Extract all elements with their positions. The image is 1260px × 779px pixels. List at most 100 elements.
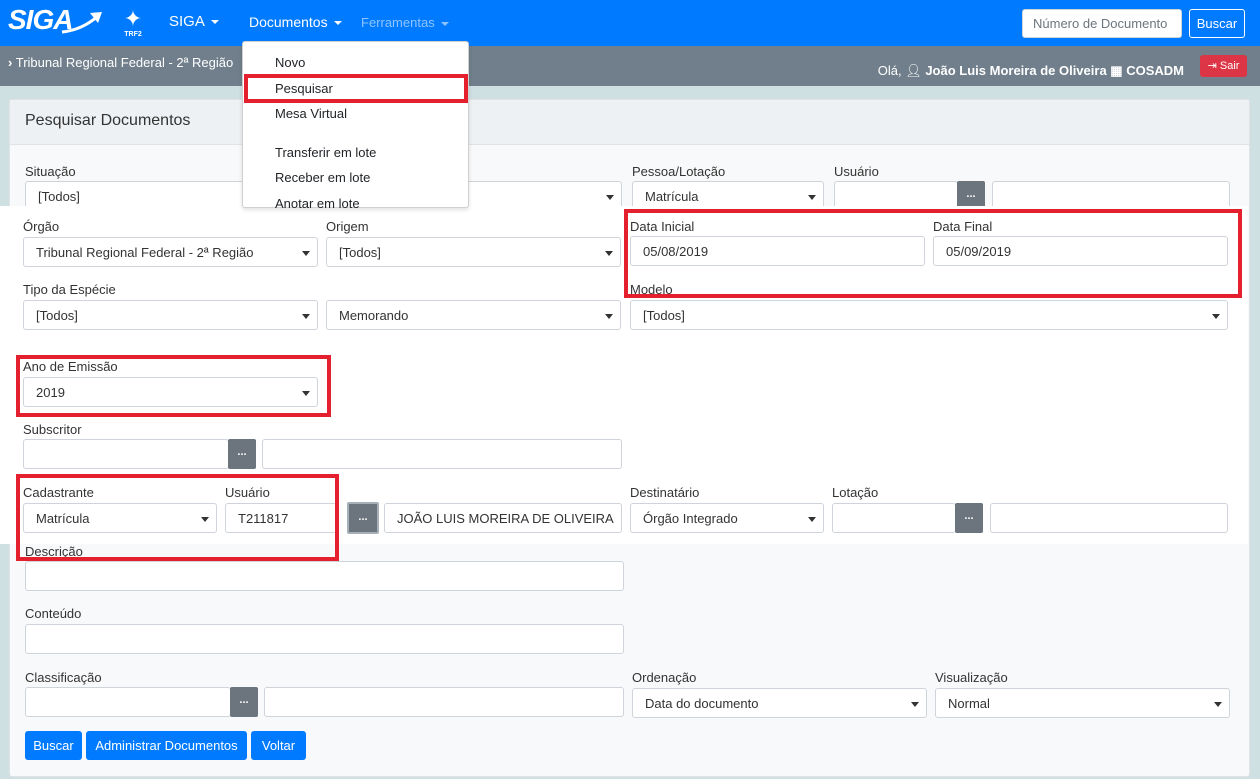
ordenacao-select[interactable]: Data do documento (632, 688, 927, 718)
cadastrante-select[interactable]: Matrícula (23, 503, 217, 533)
lotacao-lookup-button[interactable]: ... (955, 503, 983, 533)
visualizacao-value: Normal (948, 696, 990, 711)
nav-siga-label: SIGA (169, 13, 205, 30)
situacao-value: [Todos] (38, 189, 80, 204)
origem-label: Origem (326, 219, 369, 234)
situacao-label: Situação (25, 164, 76, 179)
data-final-input[interactable]: 05/09/2019 (933, 236, 1228, 266)
top-navbar: SIGA ✦ TRF2 SIGA Documentos Ferramentas … (0, 0, 1260, 46)
conteudo-input[interactable] (25, 624, 624, 654)
especie-select[interactable]: Memorando (326, 300, 621, 330)
tipo-especie-value: [Todos] (36, 308, 78, 323)
menu-item-transferir-lote[interactable]: Transferir em lote (275, 145, 376, 160)
top-search-button[interactable]: Buscar (1189, 9, 1245, 38)
cadastrante-label: Cadastrante (23, 485, 94, 500)
chevron-right-icon: › (8, 55, 13, 70)
nav-documentos-menu[interactable]: Documentos (249, 14, 342, 30)
subscritor-input[interactable] (23, 439, 229, 469)
ano-emissao-select[interactable]: 2019 (23, 377, 318, 407)
usuario-name-input[interactable]: JOÃO LUIS MOREIRA DE OLIVEIRA (384, 503, 622, 533)
lotacao-input[interactable] (832, 503, 956, 533)
card-header: Pesquisar Documentos (10, 100, 1249, 145)
visualizacao-label: Visualização (935, 670, 1008, 685)
nav-ferramentas-menu[interactable]: Ferramentas (361, 15, 449, 30)
nav-siga-menu[interactable]: SIGA (169, 13, 219, 30)
data-final-label: Data Final (933, 219, 993, 234)
ordenacao-value: Data do documento (645, 696, 759, 711)
tipo-especie-label: Tipo da Espécie (23, 282, 116, 297)
ano-emissao-label: Ano de Emissão (23, 359, 118, 374)
user-info: Olá, 👤︎ João Luis Moreira de Oliveira ▦ … (878, 63, 1184, 79)
usuario-name-value: JOÃO LUIS MOREIRA DE OLIVEIRA (397, 511, 614, 526)
nav-ferramentas-label: Ferramentas (361, 15, 435, 30)
arrow-icon (61, 12, 102, 34)
menu-item-anotar-lote[interactable]: Anotar em lote (275, 196, 360, 211)
conteudo-label: Conteúdo (25, 606, 82, 621)
destinatario-select[interactable]: Órgão Integrado (630, 503, 824, 533)
visualizacao-select[interactable]: Normal (935, 688, 1230, 718)
lotacao-label: Lotação (832, 485, 879, 500)
data-inicial-input[interactable]: 05/08/2019 (630, 236, 925, 266)
especie-value: Memorando (339, 308, 409, 323)
siga-logo[interactable]: SIGA (8, 4, 102, 36)
ano-emissao-value: 2019 (36, 385, 65, 400)
subscritor-lookup-button[interactable]: ... (228, 439, 256, 469)
usuario-top-label: Usuário (834, 164, 879, 179)
trf2-logo-text: TRF2 (124, 31, 142, 38)
page-title: Pesquisar Documentos (25, 112, 191, 129)
descricao-input[interactable] (25, 561, 624, 591)
subscritor-name-input[interactable] (262, 439, 622, 469)
buscar-button[interactable]: Buscar (25, 731, 82, 760)
subscritor-label: Subscritor (23, 422, 82, 437)
star-icon: ✦ (123, 6, 143, 31)
chevron-down-icon (210, 20, 219, 25)
chevron-down-icon (333, 21, 342, 26)
origem-value: [Todos] (339, 245, 381, 260)
greeting-text: Olá, (877, 63, 902, 78)
menu-item-receber-lote[interactable]: Receber em lote (275, 170, 370, 185)
trf2-logo: ✦ TRF2 (120, 8, 146, 42)
modelo-select[interactable]: [Todos] (630, 300, 1228, 330)
administrar-documentos-button[interactable]: Administrar Documentos (86, 731, 247, 760)
data-inicial-label: Data Inicial (630, 219, 695, 234)
classificacao-label: Classificação (25, 670, 102, 685)
usuario-label: Usuário (225, 485, 270, 500)
menu-item-mesa-virtual[interactable]: Mesa Virtual (275, 106, 347, 121)
menu-item-pesquisar[interactable]: Pesquisar (275, 81, 333, 96)
logout-button[interactable]: ⇥ Sair (1200, 55, 1247, 77)
modelo-value: [Todos] (643, 308, 685, 323)
orgao-label: Órgão (23, 219, 60, 234)
menu-item-novo[interactable]: Novo (275, 55, 305, 70)
chevron-down-icon (440, 21, 449, 26)
destinatario-value: Órgão Integrado (643, 511, 738, 526)
breadcrumb-label: Tribunal Regional Federal - 2ª Região (15, 55, 234, 70)
voltar-button[interactable]: Voltar (251, 731, 306, 760)
document-number-input[interactable]: Número de Documento (1022, 9, 1182, 38)
orgao-select[interactable]: Tribunal Regional Federal - 2ª Região (23, 237, 318, 267)
classificacao-lookup-button[interactable]: ... (230, 687, 258, 717)
classificacao-input[interactable] (25, 687, 231, 717)
building-icon: ▦ (1110, 63, 1123, 78)
breadcrumb[interactable]: › Tribunal Regional Federal - 2ª Região (8, 55, 233, 70)
pessoa-lotacao-label: Pessoa/Lotação (632, 164, 726, 179)
usuario-input[interactable]: T211817 (225, 503, 337, 533)
usuario-lookup-button[interactable]: ... (347, 502, 379, 534)
data-inicial-value: 05/08/2019 (643, 244, 709, 259)
user-icon: 👤︎ (905, 63, 922, 78)
logout-label: Sair (1219, 60, 1240, 72)
sub-bar: › Tribunal Regional Federal - 2ª Região … (0, 46, 1260, 86)
usuario-value: T211817 (238, 511, 289, 526)
orgao-value: Tribunal Regional Federal - 2ª Região (36, 245, 254, 260)
cadastrante-value: Matrícula (36, 511, 90, 526)
documentos-dropdown-menu: Novo Pesquisar Mesa Virtual Transferir e… (242, 41, 469, 211)
user-name: João Luis Moreira de Oliveira (925, 63, 1107, 78)
tipo-especie-select[interactable]: [Todos] (23, 300, 318, 330)
data-final-value: 05/09/2019 (946, 244, 1012, 259)
ordenacao-label: Ordenação (632, 670, 697, 685)
logout-icon: ⇥ (1207, 60, 1217, 72)
nav-documentos-label: Documentos (249, 14, 328, 30)
classificacao-name-input[interactable] (264, 687, 624, 717)
lotacao-name-input[interactable] (990, 503, 1228, 533)
origem-select[interactable]: [Todos] (326, 237, 621, 267)
descricao-label: Descrição (25, 544, 83, 559)
